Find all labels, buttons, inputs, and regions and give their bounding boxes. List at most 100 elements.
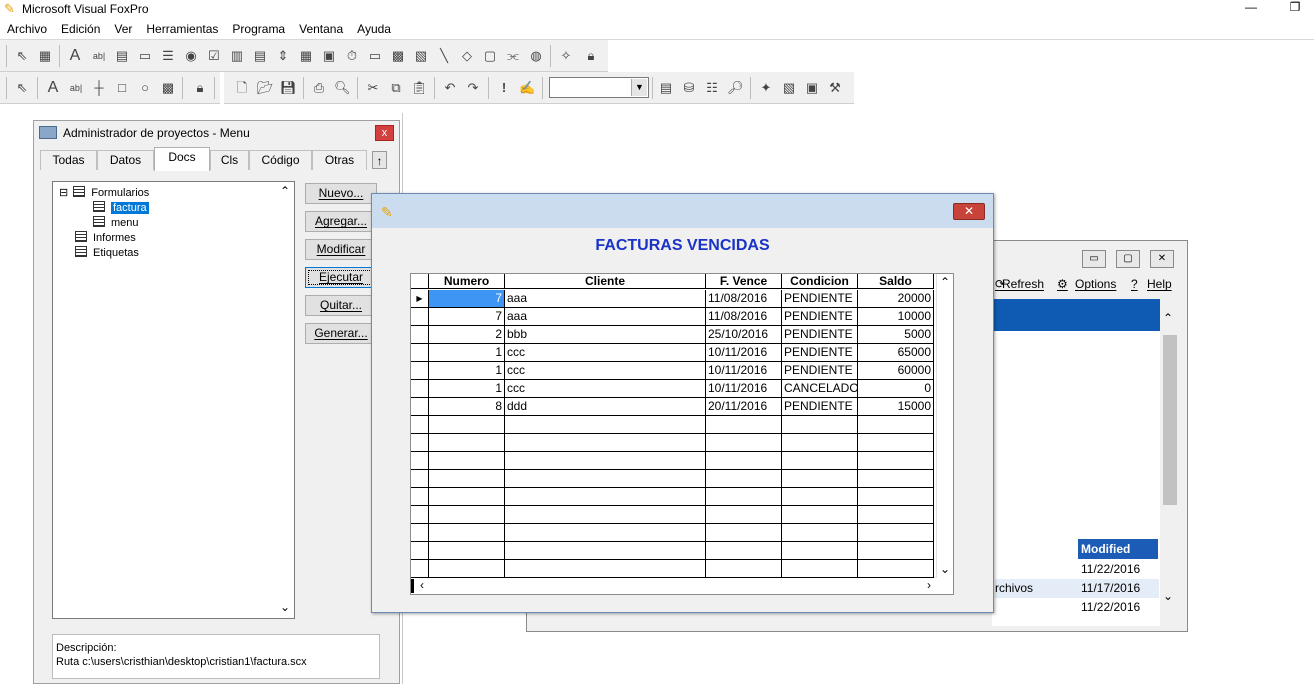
scrollbar[interactable]: ⌃ ⌄ (277, 182, 294, 618)
grid-cell-numero[interactable] (429, 416, 505, 434)
listbox-icon[interactable]: ▤ (252, 48, 268, 64)
grid-cell-condicion[interactable]: PENDIENTE (782, 398, 858, 416)
toolbox-icon[interactable]: ⚒ (827, 80, 843, 96)
row-selector[interactable] (411, 308, 429, 326)
close-icon[interactable]: ✕ (1150, 250, 1174, 268)
grid-cell-numero[interactable] (429, 470, 505, 488)
quitar-button[interactable]: Quitar... (305, 295, 377, 316)
grid-cell-condicion[interactable] (782, 416, 858, 434)
scrollbar[interactable]: ⌃ ⌄ (1161, 309, 1180, 627)
code-window-icon[interactable]: 🔎︎ (727, 80, 744, 96)
grid-cell-f-vence[interactable] (706, 506, 782, 524)
database-designer-icon[interactable]: ▧ (781, 80, 797, 96)
column-header-cliente[interactable]: Cliente (505, 274, 706, 289)
grid-cell-cliente[interactable] (505, 470, 706, 488)
column-header-condicion[interactable]: Condicion (782, 274, 858, 289)
hyperlink-icon[interactable]: ◍ (528, 48, 544, 64)
tab-cls[interactable]: Cls (210, 150, 249, 170)
close-button[interactable]: x (375, 125, 394, 141)
grid-cell-f-vence[interactable] (706, 470, 782, 488)
horizontal-scrollbar[interactable]: ‹ › (411, 577, 937, 594)
grid-cell-saldo[interactable]: 0 (858, 380, 934, 398)
grid-cell-numero[interactable] (429, 524, 505, 542)
chevron-up-icon[interactable]: ⌃ (940, 275, 950, 289)
row-selector[interactable] (411, 434, 429, 452)
grid-cell-saldo[interactable]: 5000 (858, 326, 934, 344)
menu-archivo[interactable]: Archivo (0, 19, 54, 40)
tab-otras[interactable]: Otras (312, 150, 367, 170)
menu-herramientas[interactable]: Herramientas (139, 19, 225, 40)
commandbutton-icon[interactable]: ▭ (137, 48, 153, 64)
grid-cell-f-vence[interactable]: 11/08/2016 (706, 290, 782, 308)
generar-button[interactable]: Generar... (305, 323, 377, 344)
grid-cell-numero[interactable]: 7 (429, 308, 505, 326)
menu-programa[interactable]: Programa (225, 19, 292, 40)
grid-cell-f-vence[interactable] (706, 542, 782, 560)
grid-cell-condicion[interactable] (782, 542, 858, 560)
row-selector[interactable] (411, 524, 429, 542)
grid-cell-f-vence[interactable] (706, 488, 782, 506)
grid-cell-cliente[interactable]: ddd (505, 398, 706, 416)
grid-cell-condicion[interactable]: PENDIENTE (782, 344, 858, 362)
row-selector[interactable] (411, 380, 429, 398)
grid-cell-cliente[interactable]: ccc (505, 362, 706, 380)
row-selector[interactable]: ▶ (411, 290, 429, 308)
grid-cell-numero[interactable] (429, 488, 505, 506)
spinner-icon[interactable]: ⇕ (275, 48, 291, 64)
column-header-saldo[interactable]: Saldo (858, 274, 934, 289)
menu-ventana[interactable]: Ventana (292, 19, 350, 40)
grid-cell-numero[interactable] (429, 542, 505, 560)
tab-codigo[interactable]: Código (249, 150, 312, 170)
pointer-icon[interactable]: ⇖ (14, 48, 30, 64)
row-selector[interactable] (411, 452, 429, 470)
chevron-up-icon[interactable]: ⌃ (280, 184, 290, 198)
help-link[interactable]: Help (1147, 277, 1172, 291)
grid-icon[interactable]: ▦ (298, 48, 314, 64)
oleobject-icon[interactable]: ▩ (390, 48, 406, 64)
column-header-f-vence[interactable]: F. Vence (706, 274, 782, 289)
grid-cell-numero[interactable] (429, 560, 505, 578)
builder-lock-icon[interactable]: ▦ (37, 48, 53, 64)
separator-icon[interactable]: ⫘ (505, 48, 521, 64)
maximize-icon[interactable]: ▢ (1116, 250, 1140, 268)
grid-cell-cliente[interactable]: bbb (505, 326, 706, 344)
menu-ver[interactable]: Ver (107, 19, 139, 40)
grid-cell-f-vence[interactable]: 10/11/2016 (706, 362, 782, 380)
rectangle-icon[interactable]: □ (114, 80, 130, 96)
grid-cell-cliente[interactable]: ccc (505, 380, 706, 398)
grid-cell-saldo[interactable]: 60000 (858, 362, 934, 380)
grid-cell-cliente[interactable] (505, 416, 706, 434)
grid-cell-saldo[interactable] (858, 524, 934, 542)
grid-cell-saldo[interactable] (858, 506, 934, 524)
grid-cell-f-vence[interactable] (706, 560, 782, 578)
grid-cell-f-vence[interactable] (706, 416, 782, 434)
grid-cell-condicion[interactable] (782, 488, 858, 506)
combobox-icon[interactable]: ▥ (229, 48, 245, 64)
grid-cell-f-vence[interactable] (706, 434, 782, 452)
grid-cell-numero[interactable]: 2 (429, 326, 505, 344)
grid-cell-cliente[interactable]: ccc (505, 344, 706, 362)
grid-cell-saldo[interactable] (858, 542, 934, 560)
grid-cell-cliente[interactable] (505, 434, 706, 452)
row-selector[interactable] (411, 344, 429, 362)
grid-cell-numero[interactable]: 7 (429, 290, 505, 308)
modify-form-icon[interactable]: ✍ (519, 80, 535, 96)
grid-cell-cliente[interactable]: aaa (505, 290, 706, 308)
grid-cell-saldo[interactable] (858, 470, 934, 488)
grid-cell-condicion[interactable] (782, 560, 858, 578)
editbox-icon[interactable]: ▤ (114, 48, 130, 64)
help-icon[interactable]: ? (1131, 277, 1138, 291)
lock-icon[interactable]: 🔒︎ (192, 80, 208, 96)
class-browser-icon[interactable]: ▣ (804, 80, 820, 96)
row-selector[interactable] (411, 326, 429, 344)
pointer-icon[interactable]: ⇖ (14, 80, 30, 96)
row-selector[interactable] (411, 488, 429, 506)
grid-cell-saldo[interactable] (858, 452, 934, 470)
olebound-icon[interactable]: ▧ (413, 48, 429, 64)
menu-ayuda[interactable]: Ayuda (350, 19, 398, 40)
chevron-down-icon[interactable]: ⌄ (280, 600, 290, 614)
grid-cell-saldo[interactable]: 10000 (858, 308, 934, 326)
grid-cell-saldo[interactable]: 20000 (858, 290, 934, 308)
redo-icon[interactable]: ↷ (465, 80, 481, 96)
commandgroup-icon[interactable]: ☰ (160, 48, 176, 64)
